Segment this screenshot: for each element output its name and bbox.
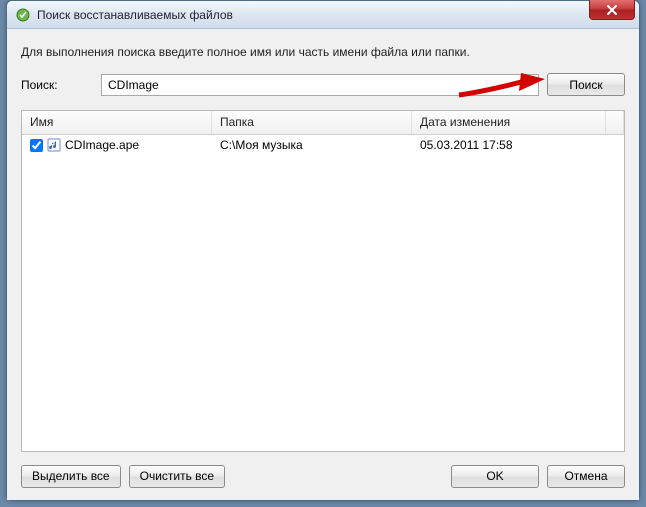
clear-all-button[interactable]: Очистить все [129,465,225,488]
column-header-spacer [606,111,624,134]
instruction-text: Для выполнения поиска введите полное имя… [21,45,625,59]
file-name: CDImage.ape [65,138,139,152]
cancel-button[interactable]: Отмена [547,465,625,488]
cell-name: CDImage.ape [22,138,212,152]
titlebar[interactable]: Поиск восстанавливаемых файлов [7,1,639,29]
button-bar: Выделить все Очистить все OK Отмена [21,462,625,490]
cell-date: 05.03.2011 17:58 [412,138,624,152]
search-input[interactable] [101,74,539,96]
close-icon [606,5,618,15]
music-file-icon [47,138,61,152]
window-title: Поиск восстанавливаемых файлов [37,8,233,22]
row-checkbox[interactable] [30,139,43,152]
app-icon [15,7,31,23]
column-header-date[interactable]: Дата изменения [412,111,606,134]
ok-button[interactable]: OK [451,465,539,488]
cell-folder: C:\Моя музыка [212,138,412,152]
column-header-folder[interactable]: Папка [212,111,412,134]
search-label: Поиск: [21,78,93,92]
column-header-name[interactable]: Имя [22,111,212,134]
select-all-button[interactable]: Выделить все [21,465,121,488]
list-body[interactable]: CDImage.ape C:\Моя музыка05.03.2011 17:58 [22,135,624,451]
search-row: Поиск: Поиск [21,73,625,96]
close-button[interactable] [589,0,635,20]
results-list: Имя Папка Дата изменения CDImage.ape C:\М… [21,110,625,452]
dialog-window: Поиск восстанавливаемых файлов Для выпол… [6,0,640,501]
table-row[interactable]: CDImage.ape C:\Моя музыка05.03.2011 17:58 [22,135,624,155]
content-area: Для выполнения поиска введите полное имя… [7,29,639,500]
search-button[interactable]: Поиск [547,73,625,96]
list-header: Имя Папка Дата изменения [22,111,624,135]
